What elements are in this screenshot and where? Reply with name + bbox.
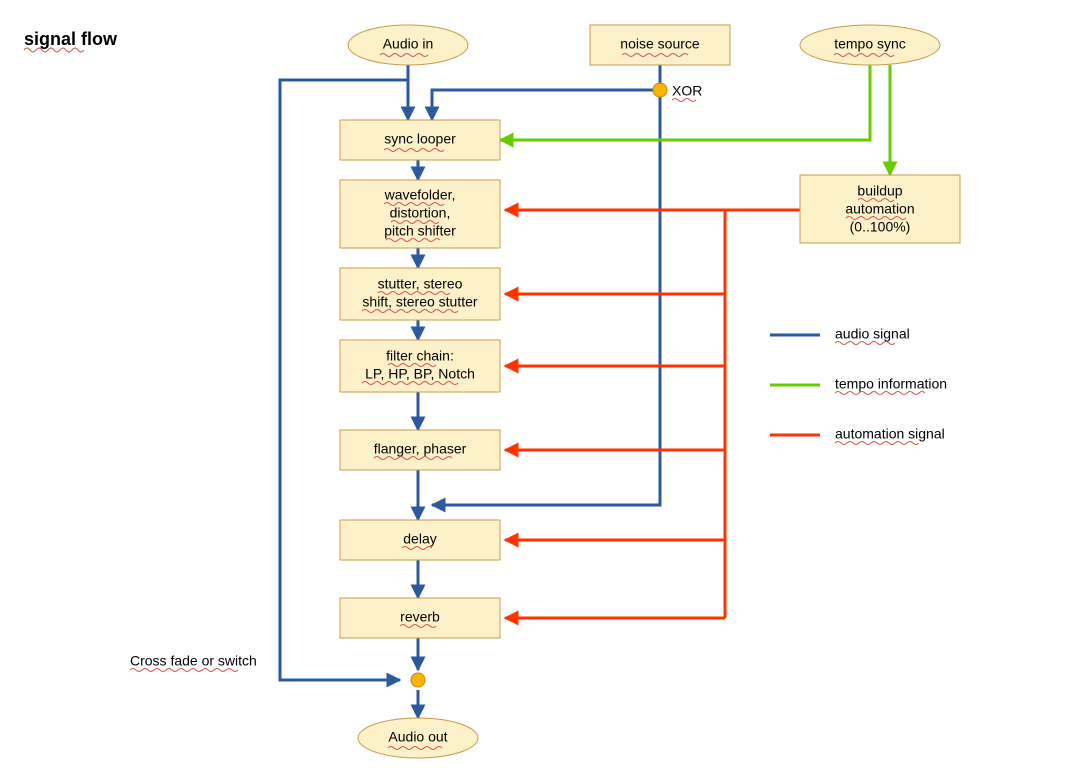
node-wavefolder-l2: distortion, (390, 205, 451, 221)
node-buildup-l2: automation (845, 201, 914, 217)
crossfade-label: Cross fade or switch (130, 653, 257, 669)
legend-tempo-label: tempo information (835, 376, 947, 392)
xor-junction-icon (653, 83, 667, 97)
node-noise-source-label: noise source (620, 36, 700, 52)
node-reverb-label: reverb (400, 609, 440, 625)
node-filter-l2: LP, HP, BP, Notch (365, 366, 475, 382)
node-tempo-sync-label: tempo sync (834, 36, 906, 52)
crossfade-junction-icon (411, 673, 425, 687)
signal-flow-diagram: signal flow XOR Audio in noise source te… (0, 0, 1066, 776)
node-audio-out-label: Audio out (388, 729, 447, 745)
node-stutter-l2: shift, stereo stutter (362, 294, 477, 310)
xor-label: XOR (672, 83, 702, 99)
node-stutter-l1: stutter, stereo (378, 276, 463, 292)
edge-tempo-synclooper (500, 65, 870, 140)
node-audio-in-label: Audio in (383, 36, 434, 52)
legend-automation-label: automation signal (835, 426, 945, 442)
node-flanger-label: flanger, phaser (374, 441, 467, 457)
node-delay-label: delay (403, 531, 436, 547)
node-wavefolder-l3: pitch shifter (384, 223, 456, 239)
diagram-title: signal flow (24, 29, 118, 49)
node-buildup-l1: buildup (857, 183, 902, 199)
legend-audio-label: audio signal (835, 326, 910, 342)
node-sync-looper-label: sync looper (384, 131, 456, 147)
node-filter-l1: filter chain: (386, 348, 454, 364)
node-wavefolder-l1: wavefolder, (384, 187, 456, 203)
edge-noise-synclooper (432, 65, 660, 120)
node-buildup-l3: (0..100%) (850, 219, 911, 235)
